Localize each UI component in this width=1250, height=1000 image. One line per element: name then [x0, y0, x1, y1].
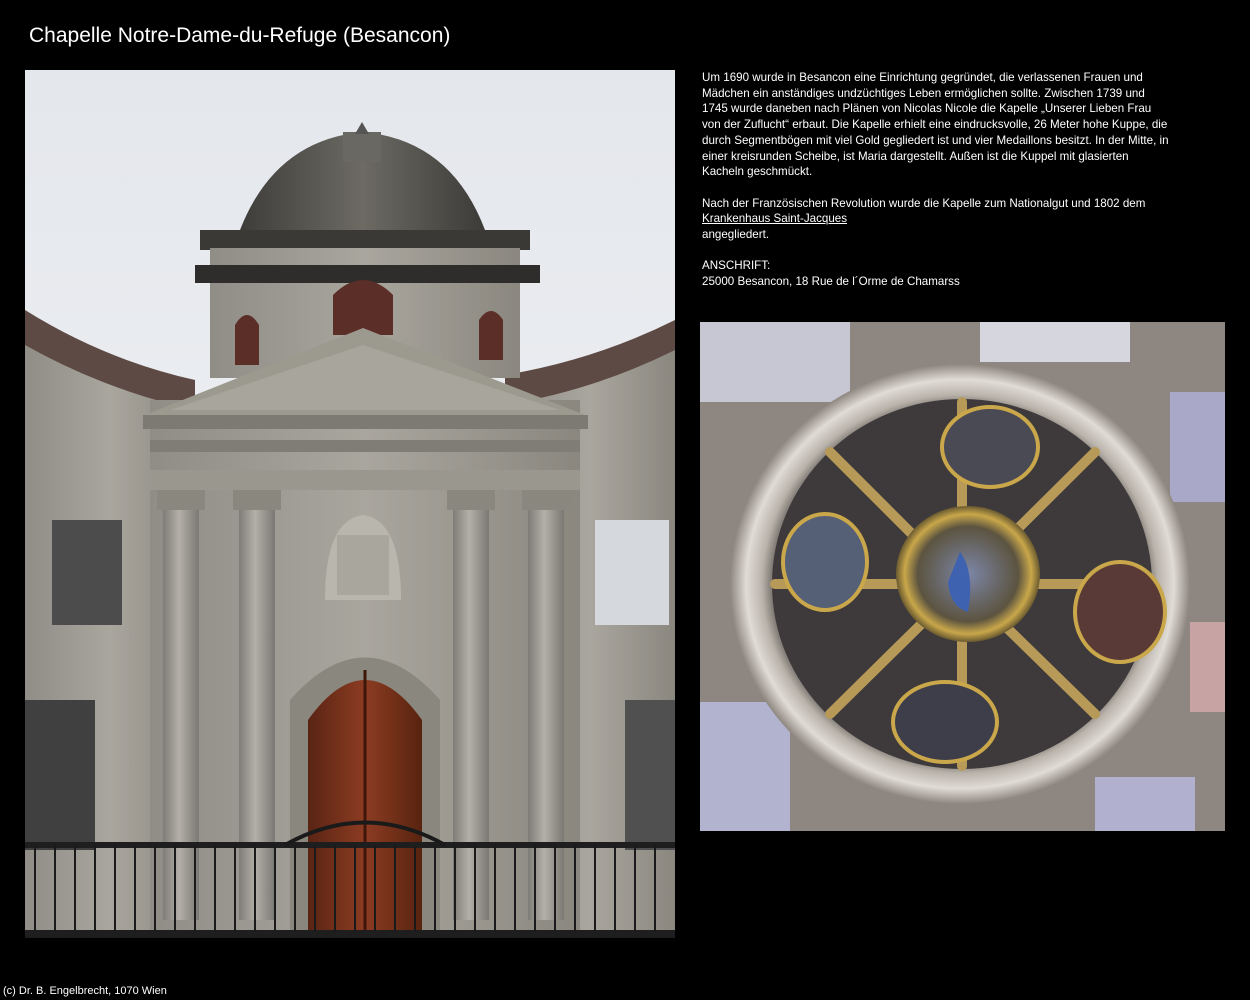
description-paragraph: Um 1690 wurde in Besancon eine Einrichtu… — [702, 71, 1169, 179]
hospital-link[interactable]: Krankenhaus Saint-Jacques — [702, 212, 847, 225]
copyright-footer: (c) Dr. B. Engelbrecht, 1070 Wien — [3, 985, 167, 997]
revolution-text-end: angegliedert. — [702, 228, 770, 242]
dome-ceiling-illustration — [700, 322, 1225, 831]
description-text: Um 1690 wurde in Besancon eine Einrichtu… — [702, 70, 1172, 290]
chapel-facade-photo[interactable] — [25, 70, 675, 938]
address-text: 25000 Besancon, 18 Rue de l´Orme de Cham… — [702, 275, 960, 289]
page-title: Chapelle Notre-Dame-du-Refuge (Besancon) — [29, 24, 451, 47]
revolution-paragraph: Nach der Französischen Revolution wurde … — [702, 196, 1172, 243]
chapel-facade-illustration — [25, 70, 675, 938]
dome-interior-photo[interactable] — [700, 322, 1225, 831]
address-label: ANSCHRIFT: — [702, 259, 771, 273]
revolution-text: Nach der Französischen Revolution wurde … — [702, 196, 1146, 210]
